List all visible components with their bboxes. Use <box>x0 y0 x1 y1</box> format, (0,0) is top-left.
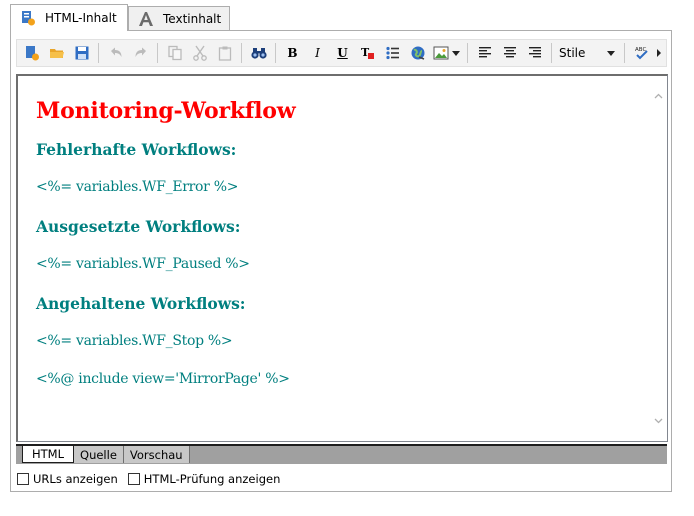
show-urls-option[interactable]: URLs anzeigen <box>17 472 118 486</box>
tab-html-content-label: HTML-Inhalt <box>45 11 117 25</box>
find-binoculars-icon[interactable] <box>248 42 270 64</box>
toolbar-separator <box>241 43 242 63</box>
toolbar-separator <box>551 43 552 63</box>
new-document-icon[interactable] <box>21 42 43 64</box>
tab-preview-mode[interactable]: Vorschau <box>123 446 190 463</box>
toolbar-separator <box>157 43 158 63</box>
align-left-icon[interactable] <box>474 42 496 64</box>
show-urls-label: URLs anzeigen <box>33 472 118 486</box>
toolbar-separator <box>467 43 468 63</box>
variable-wf-paused: <%= variables.WF_Paused %> <box>36 256 250 272</box>
html-content-panel: B I U T Stile ABC Monitoring-Workflow Fe… <box>10 30 672 492</box>
tab-text-content[interactable]: Textinhalt <box>128 6 230 30</box>
scroll-down-icon <box>654 418 663 424</box>
html-check-option[interactable]: HTML-Prüfung anzeigen <box>127 472 281 486</box>
content-tabstrip: HTML-Inhalt Textinhalt <box>10 4 674 31</box>
save-icon[interactable] <box>71 42 93 64</box>
bullet-list-icon[interactable] <box>382 42 404 64</box>
toolbar-separator <box>624 43 626 63</box>
italic-button[interactable]: I <box>307 42 329 64</box>
vertical-scrollbar[interactable] <box>650 76 667 441</box>
chevron-down-icon <box>607 50 616 56</box>
html-content-icon <box>19 9 37 27</box>
redo-icon[interactable] <box>130 42 152 64</box>
editor-options: URLs anzeigen HTML-Prüfung anzeigen <box>17 472 280 486</box>
undo-icon[interactable] <box>105 42 127 64</box>
html-check-label: HTML-Prüfung anzeigen <box>143 472 281 486</box>
editor-content: Monitoring-Workflow Fehlerhafte Workflow… <box>36 98 636 409</box>
spellcheck-icon[interactable]: ABC <box>631 42 653 64</box>
editor-mode-tabs: HTML Quelle Vorschau <box>16 444 667 464</box>
scroll-up-icon <box>654 93 663 99</box>
tab-html-mode[interactable]: HTML <box>22 446 75 463</box>
document-title: Monitoring-Workflow <box>36 98 296 124</box>
bold-button[interactable]: B <box>282 42 304 64</box>
align-right-icon[interactable] <box>524 42 546 64</box>
html-editor-area[interactable]: Monitoring-Workflow Fehlerhafte Workflow… <box>16 74 668 442</box>
show-urls-checkbox[interactable] <box>17 473 29 485</box>
align-center-icon[interactable] <box>499 42 521 64</box>
toolbar-overflow-icon[interactable] <box>657 49 662 57</box>
toolbar-separator <box>98 43 99 63</box>
tab-source-mode[interactable]: Quelle <box>74 446 124 463</box>
include-mirror-page: <%@ include view='MirrorPage' %> <box>36 371 290 387</box>
variable-wf-error: <%= variables.WF_Error %> <box>36 179 239 195</box>
style-dropdown-label: Stile <box>559 46 586 60</box>
html-check-checkbox[interactable] <box>127 473 140 485</box>
section-heading-stopped: Angehaltene Workflows: <box>36 294 246 313</box>
insert-link-globe-icon[interactable] <box>407 42 429 64</box>
tab-text-content-label: Textinhalt <box>163 11 222 26</box>
insert-image-icon[interactable] <box>432 42 462 64</box>
text-a-icon <box>137 10 155 28</box>
text-color-icon[interactable]: T <box>357 42 379 64</box>
copy-icon[interactable] <box>164 42 186 64</box>
open-folder-icon[interactable] <box>46 42 68 64</box>
section-heading-errors: Fehlerhafte Workflows: <box>36 140 237 159</box>
paste-icon[interactable] <box>214 42 236 64</box>
style-dropdown[interactable]: Stile <box>556 42 618 64</box>
cut-icon[interactable] <box>189 42 211 64</box>
editor-toolbar: B I U T Stile ABC <box>16 39 667 67</box>
section-heading-paused: Ausgesetzte Workflows: <box>36 217 241 236</box>
variable-wf-stop: <%= variables.WF_Stop %> <box>36 333 233 349</box>
toolbar-separator <box>275 43 276 63</box>
tab-html-content[interactable]: HTML-Inhalt <box>10 4 128 31</box>
underline-button[interactable]: U <box>332 42 354 64</box>
